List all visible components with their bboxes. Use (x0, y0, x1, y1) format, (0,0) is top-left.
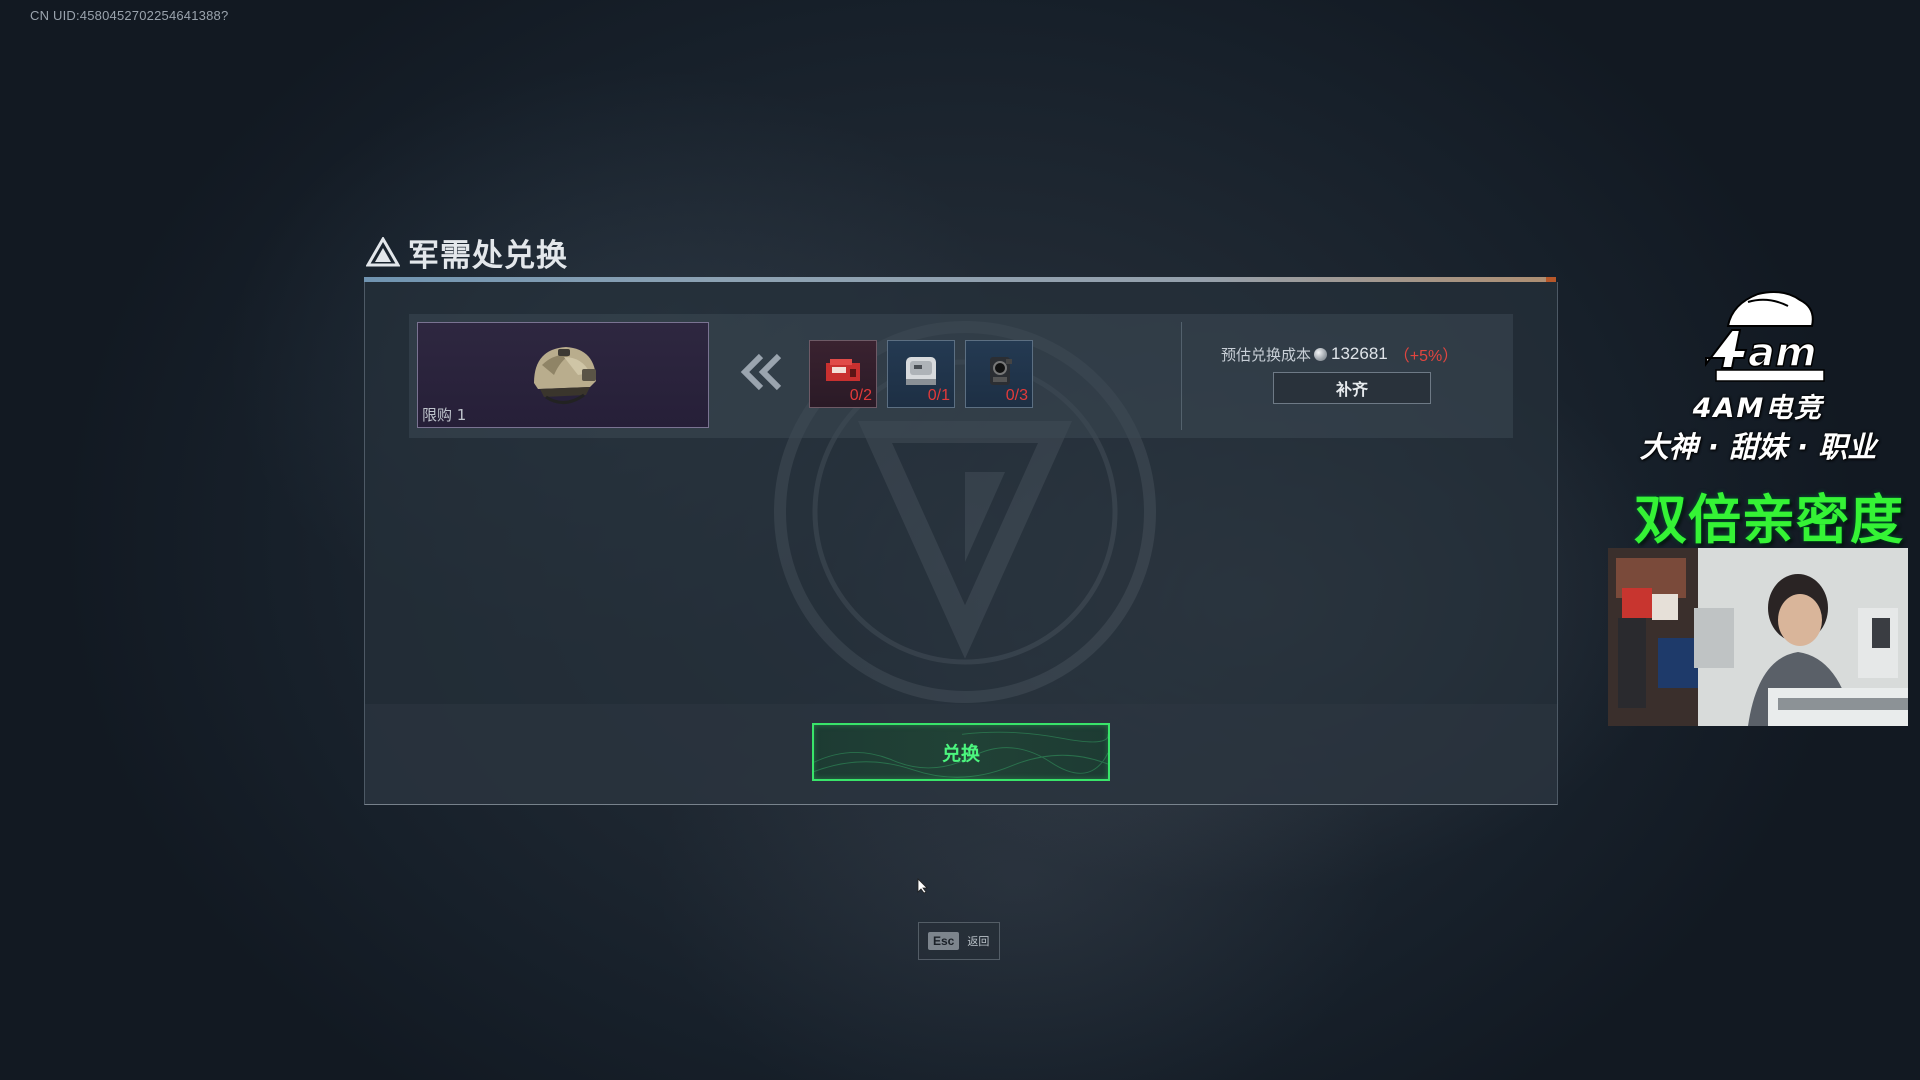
svg-text:am: am (1748, 330, 1817, 376)
estimated-cost: 预估兑换成本 132681 （+5%） (1221, 342, 1521, 366)
4am-logo-icon: am (1705, 291, 1825, 382)
exchange-button-label: 兑换 (941, 742, 980, 765)
dialog-title: 军需处兑换 (408, 237, 568, 274)
webcam-image (1608, 548, 1908, 726)
red-device-icon (826, 359, 860, 381)
brand-name: 4AM电竞 (1692, 393, 1824, 424)
purchase-limit-label: 限购 1 (422, 406, 467, 424)
dialog-header: 军需处兑换 (366, 232, 568, 274)
coin-icon (1314, 347, 1328, 361)
required-item-3[interactable]: 0/3 (965, 340, 1033, 408)
exchange-row: 限购 1 0/2 0/1 0/3 预估兑换成本 132681 （+5%） 补齐 (409, 314, 1513, 438)
estimated-cost-value: 132681 (1331, 344, 1388, 363)
esc-back-hint[interactable]: Esc 返回 (918, 922, 1000, 960)
required-item-1[interactable]: 0/2 (809, 340, 877, 408)
brand-tagline: 大神 · 甜妹 · 职业 (1639, 430, 1877, 464)
camera-icon (990, 357, 1012, 385)
required-item-2-count: 0/1 (927, 387, 950, 404)
required-item-2[interactable]: 0/1 (887, 340, 955, 408)
mouse-cursor-icon (917, 878, 928, 894)
target-item-card[interactable]: 限购 1 (417, 322, 709, 428)
required-item-1-count: 0/2 (849, 387, 872, 404)
esc-key: Esc (928, 932, 960, 950)
required-item-3-count: 0/3 (1005, 387, 1028, 404)
triangle-logo-icon (366, 237, 400, 267)
row-divider (1181, 322, 1182, 430)
white-box-icon (906, 357, 936, 385)
double-chevron-left-icon (740, 353, 782, 391)
estimated-cost-surcharge: （+5%） (1393, 348, 1459, 365)
helmet-icon (534, 347, 596, 404)
promo-text: 双倍亲密度 (1634, 490, 1904, 551)
estimated-cost-label: 预估兑换成本 (1221, 345, 1312, 364)
exchange-button[interactable]: 兑换 (812, 723, 1110, 781)
fill-button[interactable]: 补齐 (1273, 372, 1431, 404)
player-uid: CN UID:4580452702254641388? (30, 8, 229, 23)
exchange-panel: 限购 1 0/2 0/1 0/3 预估兑换成本 132681 （+5%） 补齐 … (364, 282, 1558, 805)
webcam-feed (1608, 548, 1908, 726)
back-label: 返回 (967, 935, 990, 948)
